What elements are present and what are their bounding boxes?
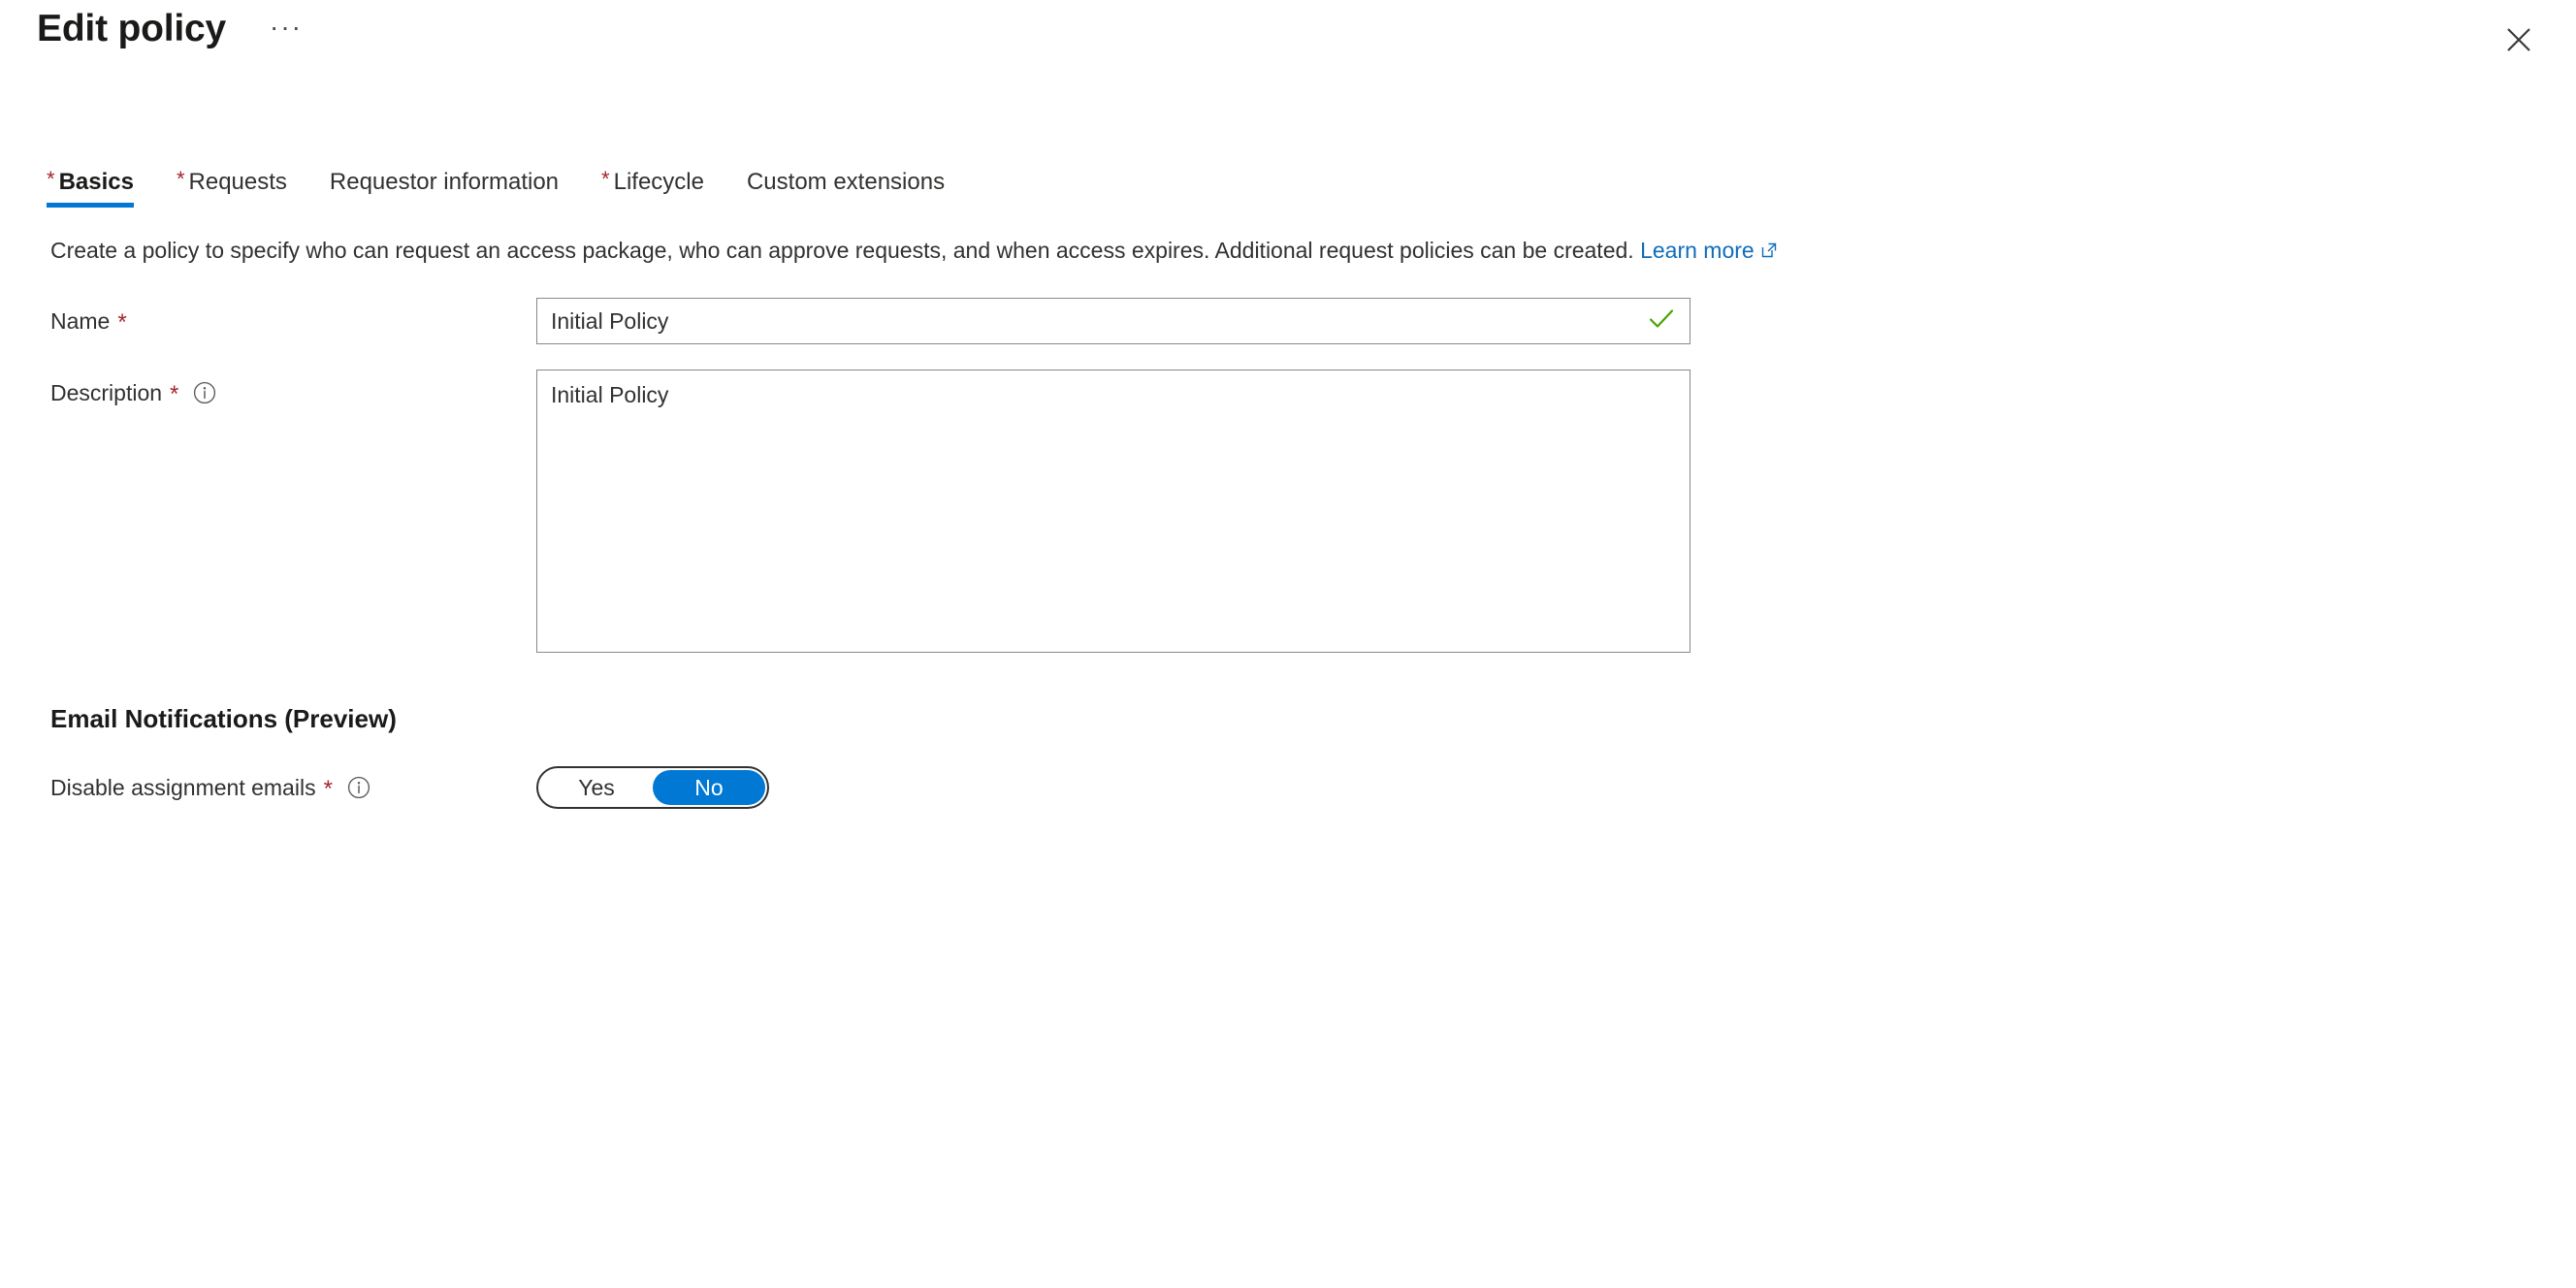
tab-label: Requestor information — [329, 169, 560, 195]
ellipsis-icon[interactable]: ··· — [261, 14, 311, 53]
required-asterisk: * — [176, 167, 185, 191]
intro-description: Create a policy to specify who can reque… — [50, 235, 2378, 267]
required-asterisk: * — [323, 776, 333, 802]
toggle-option-yes[interactable]: Yes — [540, 770, 653, 805]
info-icon[interactable] — [346, 775, 371, 800]
intro-text: Create a policy to specify who can reque… — [50, 238, 1634, 263]
required-asterisk: * — [47, 167, 55, 191]
name-label: Name * — [50, 298, 536, 337]
required-asterisk: * — [170, 381, 179, 407]
name-field-wrap — [536, 298, 1690, 344]
disable-assignment-emails-row: Disable assignment emails * Yes No — [50, 766, 2576, 809]
tab-label: Custom extensions — [746, 169, 946, 195]
page-title: Edit policy — [37, 8, 226, 49]
tab-requestor-information[interactable]: Requestor information — [318, 168, 570, 208]
close-button[interactable] — [2493, 14, 2545, 66]
title-row: Edit policy ··· — [37, 0, 311, 53]
tab-label: Lifecycle — [613, 169, 704, 195]
tab-list: * Basics * Requests Requestor informatio… — [0, 165, 2576, 208]
required-asterisk: * — [601, 167, 610, 191]
basics-form: Name * Description * — [0, 298, 2576, 658]
close-icon — [2506, 27, 2531, 52]
description-label-text: Description — [50, 380, 163, 405]
email-notifications-heading: Email Notifications (Preview) — [50, 704, 397, 733]
description-label: Description * — [50, 370, 536, 408]
disable-assignment-emails-label: Disable assignment emails * — [50, 772, 536, 803]
description-field-wrap — [536, 370, 1690, 658]
disable-assignment-emails-toggle[interactable]: Yes No — [536, 766, 769, 809]
name-row: Name * — [50, 298, 2576, 344]
info-icon[interactable] — [192, 380, 217, 405]
disable-assignment-emails-label-text: Disable assignment emails — [50, 775, 316, 800]
tab-label: Requests — [188, 169, 287, 195]
tab-selected-underline — [47, 203, 134, 208]
tab-requests[interactable]: * Requests — [165, 168, 299, 208]
tab-custom-extensions[interactable]: Custom extensions — [735, 168, 956, 208]
required-asterisk: * — [117, 309, 127, 336]
blade-header: Edit policy ··· — [0, 0, 2576, 74]
tab-label: Basics — [58, 169, 134, 195]
external-link-icon — [1760, 236, 1778, 267]
name-input[interactable] — [536, 298, 1690, 344]
toggle-option-no[interactable]: No — [653, 770, 765, 805]
name-label-text: Name — [50, 308, 111, 334]
tab-lifecycle[interactable]: * Lifecycle — [590, 168, 716, 208]
tab-basics[interactable]: * Basics — [35, 168, 145, 208]
description-textarea[interactable] — [536, 370, 1690, 653]
learn-more-link[interactable]: Learn more — [1640, 238, 1778, 263]
description-row: Description * — [50, 370, 2576, 658]
learn-more-label: Learn more — [1640, 238, 1755, 263]
